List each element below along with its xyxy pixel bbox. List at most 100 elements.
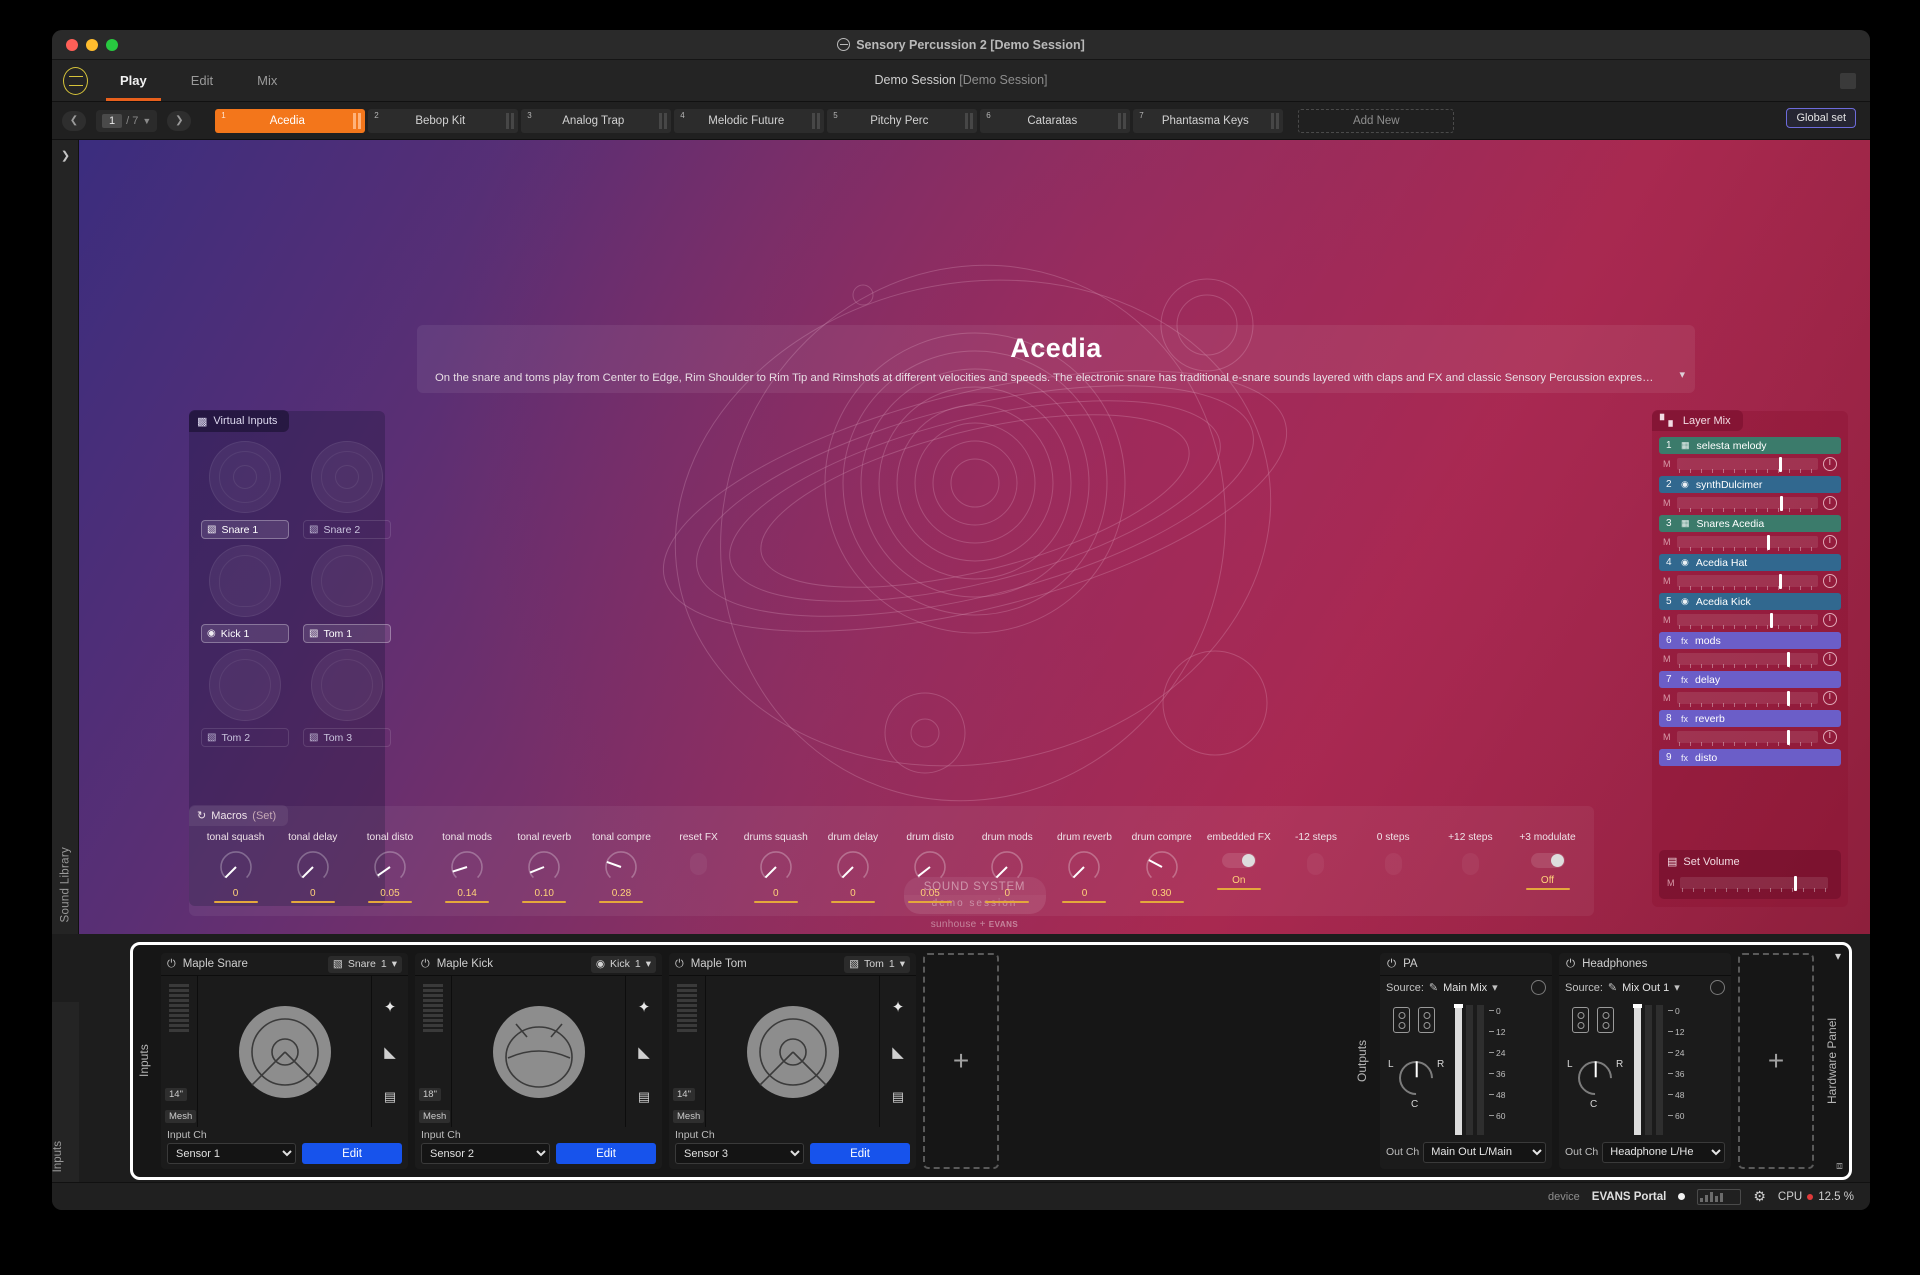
- tab-play[interactable]: Play: [98, 60, 169, 101]
- drum-profile-icon[interactable]: ▤: [892, 1089, 904, 1105]
- prev-page-button[interactable]: ❮: [62, 110, 86, 131]
- sidebar-item-inputs[interactable]: Inputs: [52, 1141, 79, 1172]
- layer-pan-knob[interactable]: [1823, 729, 1837, 744]
- power-icon[interactable]: ⏻: [167, 958, 176, 971]
- layer-header[interactable]: 1 ▦ selesta melody: [1659, 437, 1841, 454]
- layer-pan-knob[interactable]: [1823, 456, 1837, 471]
- out-ch-select[interactable]: Headphone L/He: [1602, 1141, 1725, 1163]
- edit-button[interactable]: Edit: [302, 1143, 402, 1164]
- virtual-input-chip[interactable]: ▧ Snare 1: [201, 520, 289, 539]
- kit-tab-1[interactable]: 1 Acedia: [215, 108, 366, 133]
- virtual-input-tom-1[interactable]: ▧ Tom 1: [303, 545, 391, 643]
- layer-row-6[interactable]: 6 fx mods M: [1659, 632, 1841, 668]
- layer-row-5[interactable]: 5 ◉ Acedia Kick M: [1659, 593, 1841, 629]
- chevron-down-icon[interactable]: ▾: [1674, 981, 1680, 994]
- virtual-input-chip[interactable]: ▧ Tom 1: [303, 624, 391, 643]
- macro-empty-slot[interactable]: [1307, 853, 1325, 875]
- drum-profile-icon[interactable]: ▤: [638, 1089, 650, 1105]
- pad-assignment-select[interactable]: ▧ Snare 1 ▾: [327, 955, 402, 973]
- layer-header[interactable]: 2 ◉ synthDulcimer: [1659, 476, 1841, 493]
- output-source-select[interactable]: Mix Out 1: [1622, 982, 1669, 994]
- macro-10[interactable]: drum mods 0: [969, 832, 1046, 912]
- output-pa[interactable]: ⏻ PA Source: ✎ Main Mix ▾ L R C 0 12 24 …: [1380, 953, 1552, 1169]
- add-input-pad-button[interactable]: +: [923, 953, 999, 1169]
- kit-tab-4[interactable]: 4 Melodic Future: [674, 108, 825, 133]
- sensitivity-icon[interactable]: ◣: [892, 1043, 904, 1061]
- expand-sidebar-button[interactable]: ❯: [56, 146, 75, 165]
- layer-level-slider[interactable]: [1677, 612, 1818, 629]
- macro-16[interactable]: +12 steps: [1432, 832, 1509, 912]
- power-icon[interactable]: ⏻: [675, 958, 684, 971]
- macro-knob[interactable]: [834, 848, 872, 886]
- pad-assignment-select[interactable]: ◉ Kick 1 ▾: [590, 955, 656, 973]
- layer-level-slider[interactable]: [1677, 573, 1818, 590]
- macro-empty-slot[interactable]: [1461, 853, 1479, 875]
- layer-mute-button[interactable]: M: [1663, 615, 1672, 625]
- macro-0[interactable]: tonal squash 0: [197, 832, 274, 912]
- macro-knob[interactable]: [371, 848, 409, 886]
- macro-empty-slot[interactable]: [690, 853, 708, 875]
- macro-13[interactable]: embedded FX On: [1200, 832, 1277, 912]
- resize-handle-icon[interactable]: ⧈: [1836, 1160, 1843, 1173]
- layer-level-slider[interactable]: [1677, 729, 1818, 746]
- page-selector[interactable]: 1 / 7 ▼: [96, 109, 158, 132]
- layer-pan-knob[interactable]: [1823, 651, 1837, 666]
- virtual-input-snare-1[interactable]: ▧ Snare 1: [201, 441, 289, 539]
- set-volume-slider[interactable]: [1679, 875, 1828, 892]
- macro-15[interactable]: 0 steps: [1355, 832, 1432, 912]
- output-fader[interactable]: [1454, 1004, 1463, 1135]
- macro-knob[interactable]: [988, 848, 1026, 886]
- macro-knob[interactable]: [525, 848, 563, 886]
- sensitivity-icon[interactable]: ◣: [638, 1043, 650, 1061]
- input-pad-maple-tom[interactable]: ⏻ Maple Tom ▧ Tom 1 ▾ 14" Mesh ✦ ◣ ▤ Inp…: [669, 953, 916, 1169]
- layer-level-slider[interactable]: [1677, 651, 1818, 668]
- input-pad-maple-snare[interactable]: ⏻ Maple Snare ▧ Snare 1 ▾ 14" Mesh ✦ ◣ ▤…: [161, 953, 408, 1169]
- macro-12[interactable]: drum compre 0.30: [1123, 832, 1200, 912]
- pad-drum-art-snare[interactable]: [198, 976, 371, 1127]
- mesh-texture-icon[interactable]: ✦: [892, 998, 905, 1016]
- sensitivity-icon[interactable]: ◣: [384, 1043, 396, 1061]
- macro-knob[interactable]: [217, 848, 255, 886]
- headphone-icon[interactable]: [1710, 980, 1725, 995]
- layer-pan-knob[interactable]: [1823, 690, 1837, 705]
- global-set-button[interactable]: Global set: [1786, 108, 1856, 128]
- output-source-select[interactable]: Main Mix: [1443, 982, 1487, 994]
- kit-tab-2[interactable]: 2 Bebop Kit: [368, 108, 519, 133]
- pan-knob[interactable]: [1570, 1053, 1620, 1103]
- output-headphones[interactable]: ⏻ Headphones Source: ✎ Mix Out 1 ▾ L R C…: [1559, 953, 1731, 1169]
- layer-header[interactable]: 5 ◉ Acedia Kick: [1659, 593, 1841, 610]
- add-output-button[interactable]: +: [1738, 953, 1814, 1169]
- macro-3[interactable]: tonal mods 0.14: [429, 832, 506, 912]
- macro-2[interactable]: tonal disto 0.05: [351, 832, 428, 912]
- kit-tab-3[interactable]: 3 Analog Trap: [521, 108, 672, 133]
- layer-row-8[interactable]: 8 fx reverb M: [1659, 710, 1841, 746]
- output-fader[interactable]: [1633, 1004, 1642, 1135]
- macro-toggle[interactable]: [1221, 853, 1256, 868]
- layer-pan-knob[interactable]: [1823, 573, 1837, 588]
- pad-drum-art-kick[interactable]: [452, 976, 625, 1127]
- layer-header[interactable]: 7 fx delay: [1659, 671, 1841, 688]
- headphone-icon[interactable]: [1531, 980, 1546, 995]
- chevron-down-icon[interactable]: ▼: [142, 116, 151, 126]
- set-volume-mute-button[interactable]: M: [1667, 878, 1675, 888]
- layer-header[interactable]: 8 fx reverb: [1659, 710, 1841, 727]
- layer-pan-knob[interactable]: [1823, 534, 1837, 549]
- layer-mute-button[interactable]: M: [1663, 576, 1672, 586]
- macro-6[interactable]: reset FX: [660, 832, 737, 912]
- edit-pencil-icon[interactable]: ✎: [1608, 981, 1617, 994]
- macro-toggle[interactable]: [1530, 853, 1565, 868]
- layer-row-2[interactable]: 2 ◉ synthDulcimer M: [1659, 476, 1841, 512]
- virtual-input-chip[interactable]: ▧ Tom 2: [201, 728, 289, 747]
- layer-row-3[interactable]: 3 ▦ Snares Acedia M: [1659, 515, 1841, 551]
- macro-knob[interactable]: [294, 848, 332, 886]
- layer-row-1[interactable]: 1 ▦ selesta melody M: [1659, 437, 1841, 473]
- kit-tab-7[interactable]: 7 Phantasma Keys: [1133, 108, 1284, 133]
- layer-row-7[interactable]: 7 fx delay M: [1659, 671, 1841, 707]
- virtual-input-kick-1[interactable]: ◉ Kick 1: [201, 545, 289, 643]
- pan-knob[interactable]: [1391, 1053, 1441, 1103]
- layer-row-9[interactable]: 9fxdistoM: [1659, 749, 1841, 766]
- kit-tab-5[interactable]: 5 Pitchy Perc: [827, 108, 978, 133]
- tab-mix[interactable]: Mix: [235, 60, 299, 101]
- layer-pan-knob[interactable]: [1823, 495, 1837, 510]
- add-new-kit-button[interactable]: Add New: [1298, 108, 1455, 133]
